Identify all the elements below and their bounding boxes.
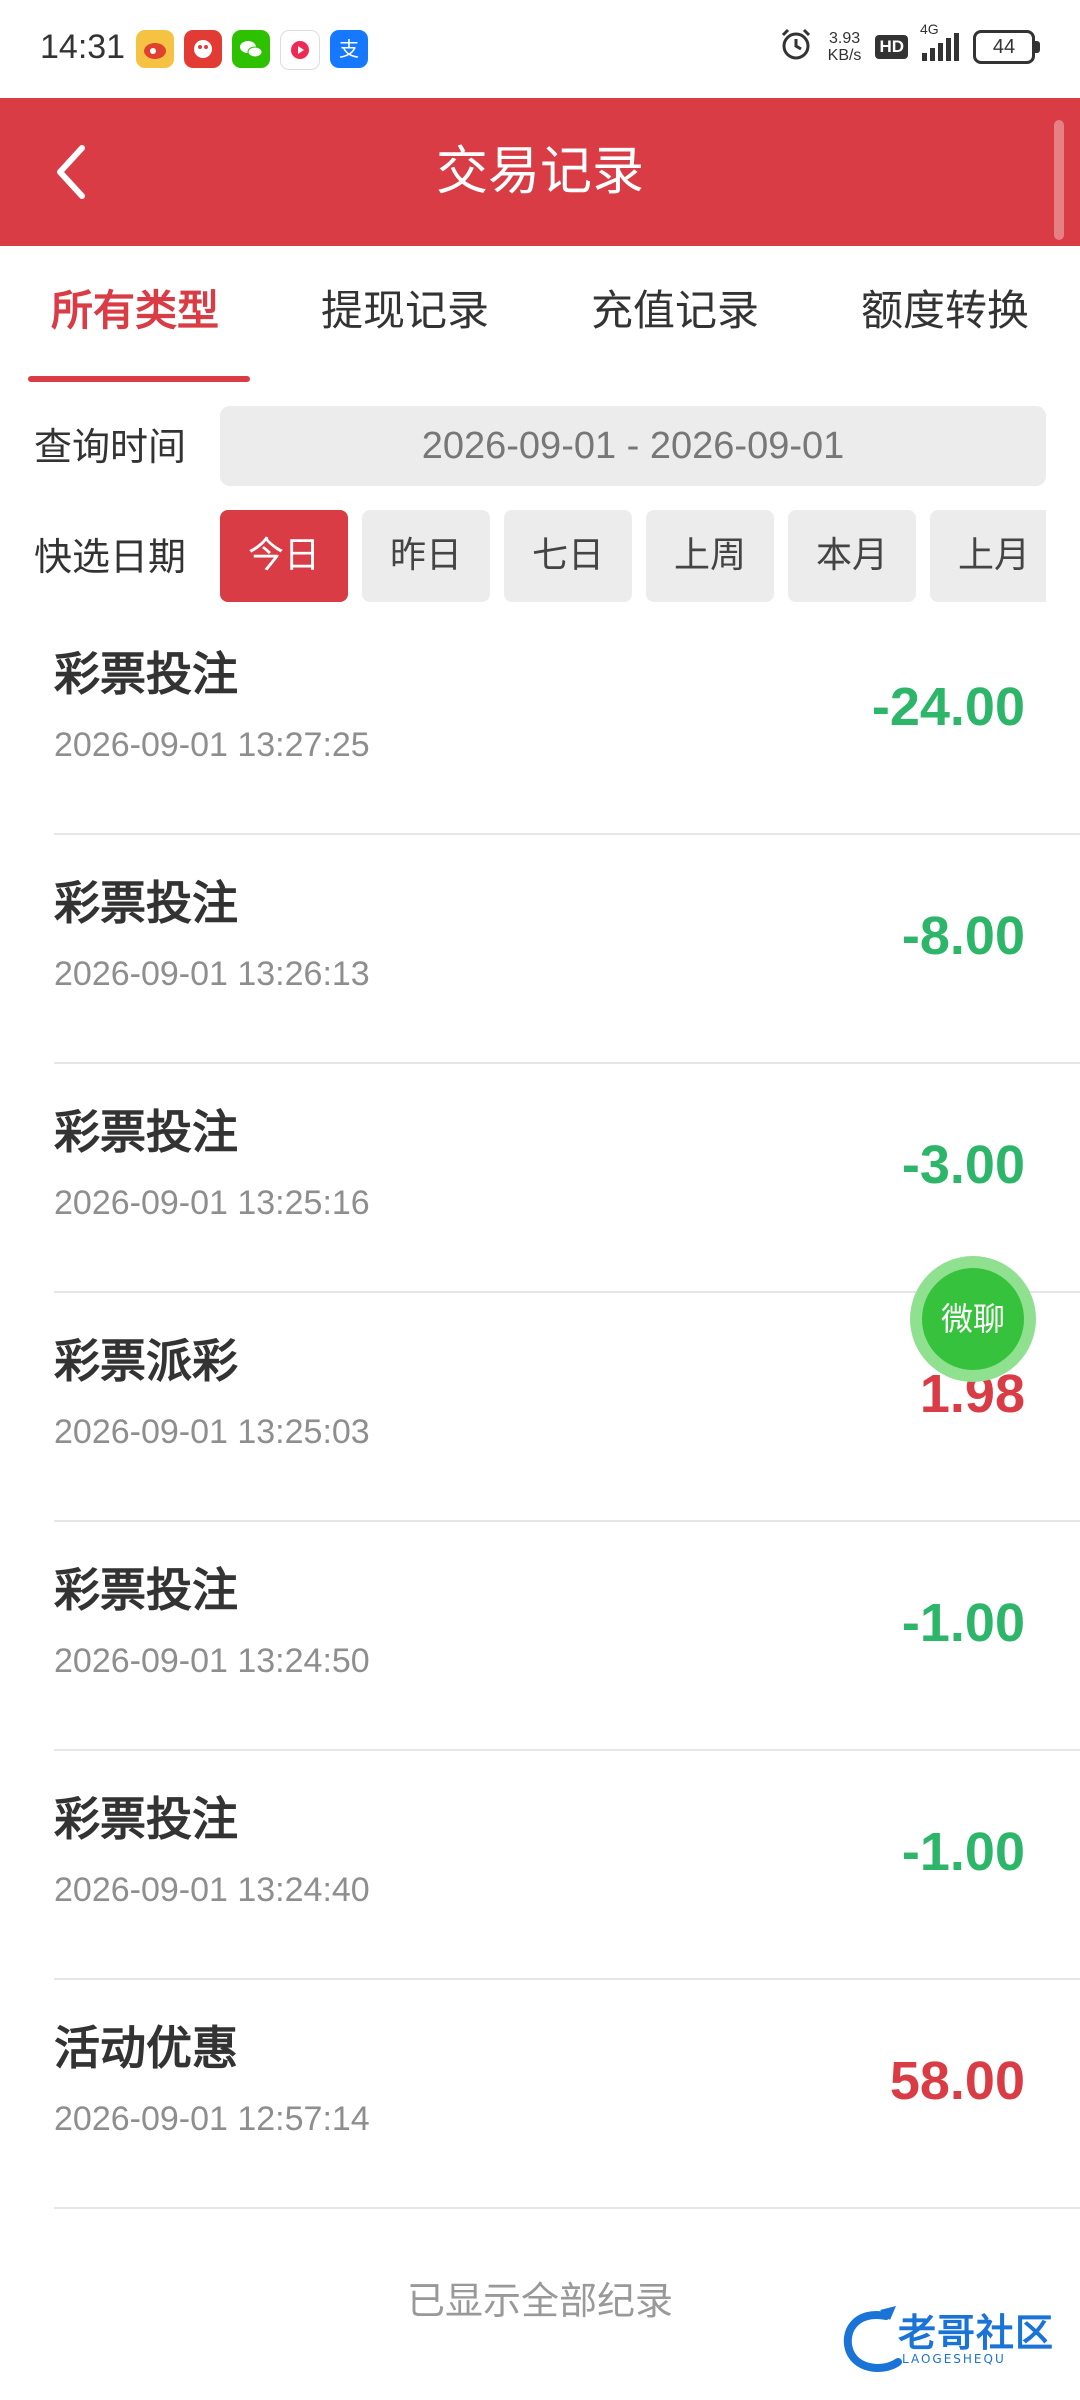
wechat-icon bbox=[232, 30, 270, 68]
video-icon bbox=[280, 30, 320, 70]
battery-icon: 44 bbox=[973, 29, 1040, 64]
record-type: 彩票投注 bbox=[54, 1105, 238, 1159]
divider bbox=[54, 2207, 1080, 2209]
record-type: 彩票投注 bbox=[54, 647, 238, 701]
transaction-list: 彩票投注 2026-09-01 13:27:25 -24.00 彩票投注 202… bbox=[0, 606, 1080, 2209]
dragon-icon bbox=[843, 2306, 902, 2372]
svg-text:支: 支 bbox=[339, 37, 359, 61]
app-header: 交易记录 bbox=[0, 98, 1080, 246]
query-time-label: 查询时间 bbox=[34, 425, 187, 469]
quick-date-today[interactable]: 今日 bbox=[220, 510, 348, 602]
quick-date-yesterday[interactable]: 昨日 bbox=[362, 510, 490, 602]
record-time: 2026-09-01 13:24:40 bbox=[54, 1871, 370, 1909]
tab-deposits[interactable]: 充值记录 bbox=[540, 246, 810, 386]
quick-date-seven-days[interactable]: 七日 bbox=[504, 510, 632, 602]
scrollbar[interactable] bbox=[1054, 120, 1064, 240]
record-amount: -1.00 bbox=[901, 1822, 1025, 1882]
record-time: 2026-09-01 13:25:16 bbox=[54, 1184, 370, 1222]
quick-date-last-month[interactable]: 上月 bbox=[930, 510, 1046, 602]
status-time: 14:31 bbox=[40, 28, 126, 66]
tab-credit-transfer[interactable]: 额度转换 bbox=[810, 246, 1080, 386]
record-amount: 58.00 bbox=[889, 2051, 1025, 2111]
battery-level: 44 bbox=[973, 29, 1035, 64]
list-item[interactable]: 彩票投注 2026-09-01 13:27:25 -24.00 bbox=[0, 606, 1080, 835]
status-bar: 14:31 支 3.93 KB/s HD 4G 44 bbox=[0, 0, 1080, 98]
watermark-subtext: LAOGESHEQU bbox=[902, 2352, 1006, 2366]
pdd-icon bbox=[184, 30, 222, 68]
record-type: 彩票投注 bbox=[54, 1792, 238, 1846]
list-item[interactable]: 活动优惠 2026-09-01 12:57:14 58.00 bbox=[0, 1980, 1080, 2209]
tab-all-types[interactable]: 所有类型 bbox=[0, 246, 270, 386]
list-item[interactable]: 彩票投注 2026-09-01 13:24:50 -1.00 bbox=[0, 1522, 1080, 1751]
signal-icon: 4G bbox=[920, 21, 959, 61]
record-type: 彩票派彩 bbox=[54, 1334, 238, 1388]
notification-icons: 支 bbox=[136, 30, 368, 70]
hd-badge: HD bbox=[875, 34, 908, 59]
record-type: 彩票投注 bbox=[54, 876, 238, 930]
record-type: 彩票投注 bbox=[54, 1563, 238, 1617]
alarm-icon bbox=[778, 26, 814, 67]
record-time: 2026-09-01 13:25:03 bbox=[54, 1413, 370, 1451]
list-item[interactable]: 彩票投注 2026-09-01 13:26:13 -8.00 bbox=[0, 835, 1080, 1064]
tab-withdrawals[interactable]: 提现记录 bbox=[270, 246, 540, 386]
chat-float-button[interactable]: 微聊 bbox=[910, 1256, 1036, 1382]
quick-date-options: 今日 昨日 七日 上周 本月 上月 bbox=[220, 510, 1046, 602]
list-item[interactable]: 彩票投注 2026-09-01 13:24:40 -1.00 bbox=[0, 1751, 1080, 1980]
record-time: 2026-09-01 13:24:50 bbox=[54, 1642, 370, 1680]
watermark-logo: 老哥社区 LAOGESHEQU bbox=[836, 2296, 1066, 2380]
quick-date-label: 快选日期 bbox=[34, 535, 187, 579]
status-right-group: 3.93 KB/s HD 4G 44 bbox=[778, 21, 1040, 67]
record-time: 2026-09-01 13:27:25 bbox=[54, 726, 370, 764]
record-amount: -8.00 bbox=[901, 906, 1025, 966]
watermark-text: 老哥社区 bbox=[898, 2311, 1055, 2355]
chat-button-label: 微聊 bbox=[922, 1268, 1024, 1370]
list-item[interactable]: 彩票投注 2026-09-01 13:25:16 -3.00 bbox=[0, 1064, 1080, 1293]
quick-date-last-week[interactable]: 上周 bbox=[646, 510, 774, 602]
network-speed: 3.93 KB/s bbox=[827, 29, 862, 64]
record-type: 活动优惠 bbox=[54, 2021, 238, 2075]
type-tabs: 所有类型 提现记录 充值记录 额度转换 bbox=[0, 246, 1080, 386]
alipay-icon: 支 bbox=[330, 30, 368, 68]
quick-date-this-month[interactable]: 本月 bbox=[788, 510, 916, 602]
record-amount: -1.00 bbox=[901, 1593, 1025, 1653]
record-amount: -24.00 bbox=[871, 677, 1025, 737]
record-amount: -3.00 bbox=[901, 1135, 1025, 1195]
date-range-picker[interactable]: 2026-09-01 - 2026-09-01 bbox=[220, 406, 1046, 486]
weibo-icon bbox=[136, 30, 174, 68]
record-time: 2026-09-01 12:57:14 bbox=[54, 2100, 370, 2138]
record-time: 2026-09-01 13:26:13 bbox=[54, 955, 370, 993]
page-title: 交易记录 bbox=[435, 142, 644, 202]
